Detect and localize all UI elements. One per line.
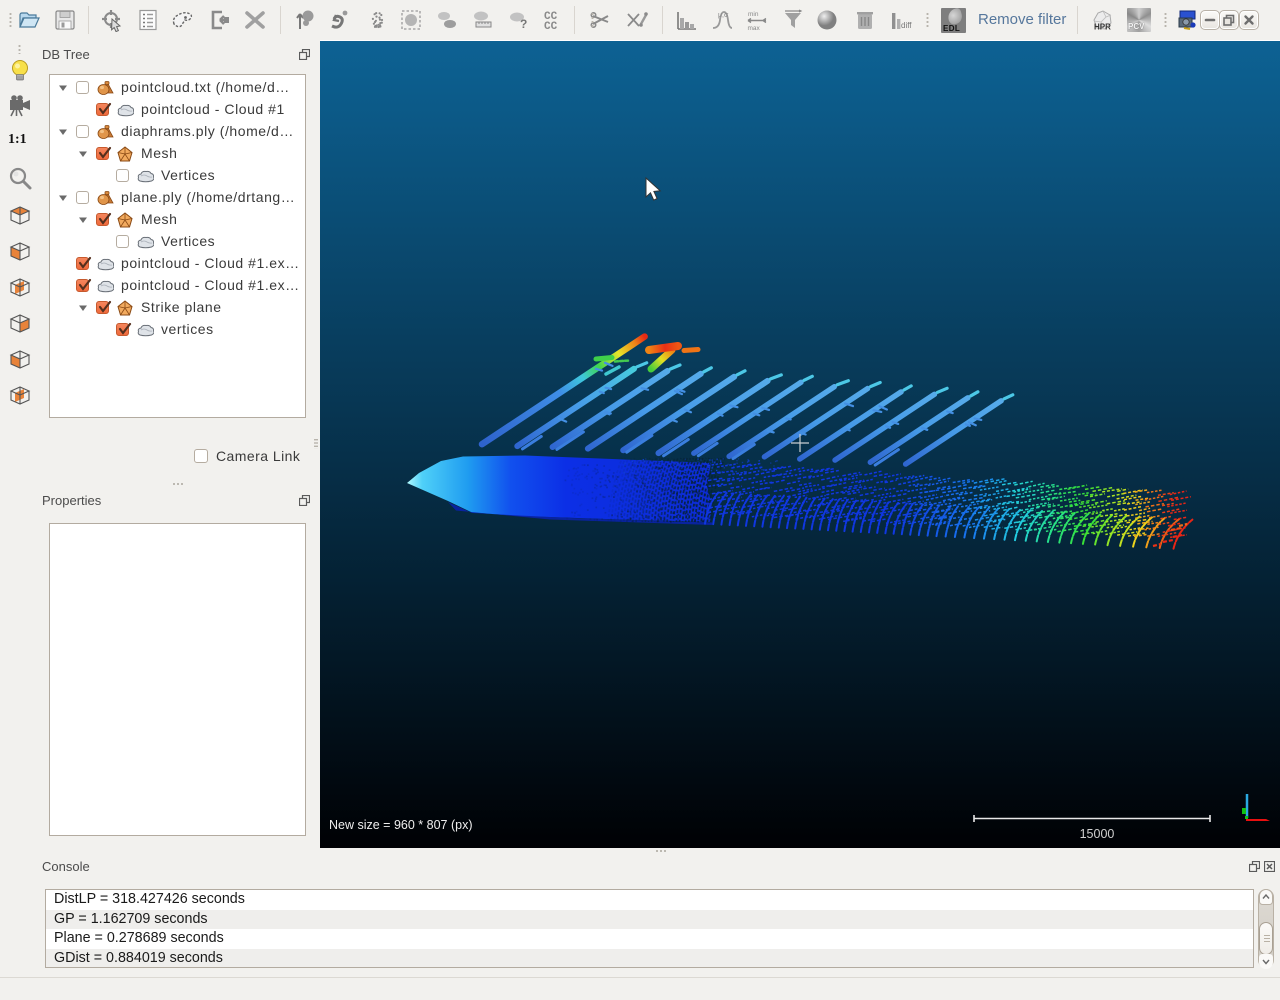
svg-text:?: ? [520, 17, 527, 31]
svg-text:min: min [748, 11, 759, 18]
svg-text:μ,σ: μ,σ [718, 12, 729, 19]
svg-text:15000: 15000 [1080, 827, 1115, 841]
svg-text:New size = 960 * 807 (px): New size = 960 * 807 (px) [329, 818, 472, 832]
svg-text:diff: diff [901, 21, 912, 30]
svg-text:max: max [748, 25, 761, 32]
svg-text:CC: CC [544, 21, 558, 32]
svg-text:HPR: HPR [1094, 23, 1111, 32]
